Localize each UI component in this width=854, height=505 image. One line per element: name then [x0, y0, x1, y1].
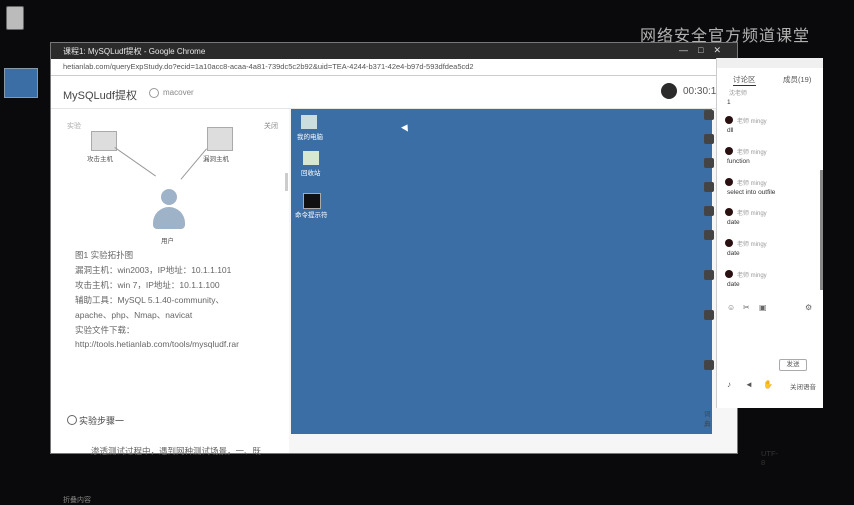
microphone-icon[interactable]: ♪ — [727, 380, 731, 389]
toolbar-icon[interactable] — [704, 134, 714, 144]
window-controls[interactable]: —□✕ — [679, 45, 731, 56]
toolbar-icon[interactable] — [704, 360, 714, 370]
toolbar-icon[interactable] — [704, 110, 714, 120]
avatar — [725, 178, 733, 186]
encoding-label[interactable]: UTF-8 — [761, 449, 778, 467]
toolbar-icon[interactable] — [704, 206, 714, 216]
avatar — [725, 147, 733, 155]
page-title: MySQLudf提权 — [63, 90, 137, 102]
window-title: 课程1: MySQLudf提权 - Google Chrome — [63, 47, 206, 56]
info-line: 辅助工具：MySQL 5.1.40-community、 — [75, 295, 224, 305]
user-person-icon — [151, 189, 187, 233]
chat-toolbar — [717, 58, 823, 68]
hand-icon[interactable]: ✋ — [763, 380, 773, 389]
speaker-icon[interactable]: ◄ — [745, 380, 753, 389]
diagram-link — [114, 147, 156, 177]
sender-name: 沈老师 — [729, 91, 748, 97]
sender-name: 老师 mingy — [737, 273, 767, 279]
info-line: 漏洞主机：win2003，IP地址：10.1.1.101 — [75, 265, 232, 275]
user-name: macover — [163, 88, 194, 97]
close-panel-button[interactable]: 关闭 — [264, 121, 278, 131]
vm-cursor-icon — [401, 122, 411, 132]
message-text: select into outfile — [727, 189, 776, 196]
browser-window: 课程1: MySQLudf提权 - Google Chrome —□✕ heti… — [50, 42, 778, 504]
toolbar-icon[interactable] — [704, 310, 714, 320]
toolbar-icon[interactable] — [704, 230, 714, 240]
sender-name: 老师 mingy — [737, 119, 767, 125]
panel-resize-handle[interactable] — [285, 173, 288, 191]
scissors-icon[interactable]: ✂ — [743, 303, 750, 312]
attack-host-icon — [91, 131, 117, 151]
step-description: 渗透测试过程中，遇到网种测试场景，一、既 — [91, 446, 262, 456]
app-header: MySQLudf提权 macover 00:30:1 — [51, 76, 737, 109]
collapse-step-icon[interactable] — [67, 415, 77, 425]
message-text: date — [727, 219, 740, 226]
info-line: 实验文件下载： — [75, 325, 135, 335]
cmd-icon[interactable] — [303, 193, 321, 209]
voice-toggle[interactable]: 关闭语音 — [790, 381, 816, 391]
chat-input-tools: ☺ ✂ ▣ ⚙ — [727, 303, 817, 313]
message-text: function — [727, 158, 750, 165]
diagram-label: 攻击主机 — [87, 156, 113, 163]
settings-icon[interactable]: ⚙ — [805, 303, 812, 312]
instructions-panel: 实验 关闭 攻击主机 漏洞主机 用户 图1 实验拓扑图 漏洞主机：win2003… — [51, 109, 289, 504]
avatar — [725, 116, 733, 124]
desktop-icon-label[interactable]: 回收站 — [301, 167, 321, 177]
send-button[interactable]: 发送 — [779, 359, 807, 371]
avatar — [725, 239, 733, 247]
message-text: 1 — [727, 99, 731, 106]
chat-scrollbar[interactable] — [820, 170, 823, 290]
target-host-icon — [207, 127, 233, 151]
sender-name: 老师 mingy — [737, 150, 767, 156]
toolbar-icon[interactable] — [704, 182, 714, 192]
clock-icon — [661, 83, 677, 99]
message-text: dll — [727, 127, 734, 134]
diagram-label: 漏洞主机 — [203, 156, 229, 163]
avatar — [725, 270, 733, 278]
step-title[interactable]: 实验步骤一 — [79, 414, 124, 427]
chat-tabs: 讨论区 成员(19) — [717, 72, 823, 86]
diagram-label: 用户 — [161, 238, 174, 245]
user-icon — [149, 88, 159, 98]
sender-name: 老师 mingy — [737, 211, 767, 217]
title-bar[interactable]: 课程1: MySQLudf提权 - Google Chrome —□✕ — [51, 43, 737, 59]
info-line: apache、php、Nmap、navicat — [75, 310, 193, 320]
host-shortcut-icon[interactable] — [4, 68, 38, 98]
tab-discussion[interactable]: 讨论区 — [733, 74, 756, 86]
vm-desktop[interactable]: 我的电脑 回收站 命令提示符 — [291, 109, 712, 434]
sender-name: 老师 mingy — [737, 242, 767, 248]
address-bar[interactable]: hetianlab.com/queryExpStudy.do?ecid=1a10… — [51, 59, 737, 76]
toolbar-icon[interactable] — [704, 158, 714, 168]
download-link[interactable]: http://tools.hetianlab.com/tools/mysqlud… — [75, 339, 285, 349]
recycle-bin-icon[interactable] — [303, 151, 319, 165]
timer: 00:30:1 — [683, 86, 717, 97]
vm-side-toolbar: 词典 — [704, 110, 716, 428]
panel-caption: 实验 — [67, 123, 81, 130]
collapse-content-button[interactable]: 折叠内容 — [63, 495, 91, 505]
emoji-icon[interactable]: ☺ — [727, 303, 735, 312]
avatar — [725, 208, 733, 216]
message-text: date — [727, 250, 740, 257]
message-text: date — [727, 281, 740, 288]
info-line: 攻击主机：win 7，IP地址：10.1.1.100 — [75, 280, 220, 290]
diagram-link — [180, 148, 207, 180]
desktop-icon-label[interactable]: 我的电脑 — [297, 131, 323, 141]
host-recycle-bin-icon[interactable] — [6, 6, 24, 30]
url-text[interactable]: hetianlab.com/queryExpStudy.do?ecid=1a10… — [63, 62, 474, 71]
desktop-icon-label[interactable]: 命令提示符 — [295, 209, 328, 219]
chat-panel: 讨论区 成员(19) 沈老师 1 老师 mingy dll 老师 mingy f… — [716, 58, 823, 408]
sender-name: 老师 mingy — [737, 181, 767, 187]
tab-members[interactable]: 成员(19) — [783, 74, 811, 85]
image-icon[interactable]: ▣ — [759, 303, 767, 312]
dictionary-label[interactable]: 词典 — [704, 408, 716, 428]
info-line: 图1 实验拓扑图 — [75, 250, 134, 260]
toolbar-icon[interactable] — [704, 270, 714, 280]
computer-icon[interactable] — [301, 115, 317, 129]
